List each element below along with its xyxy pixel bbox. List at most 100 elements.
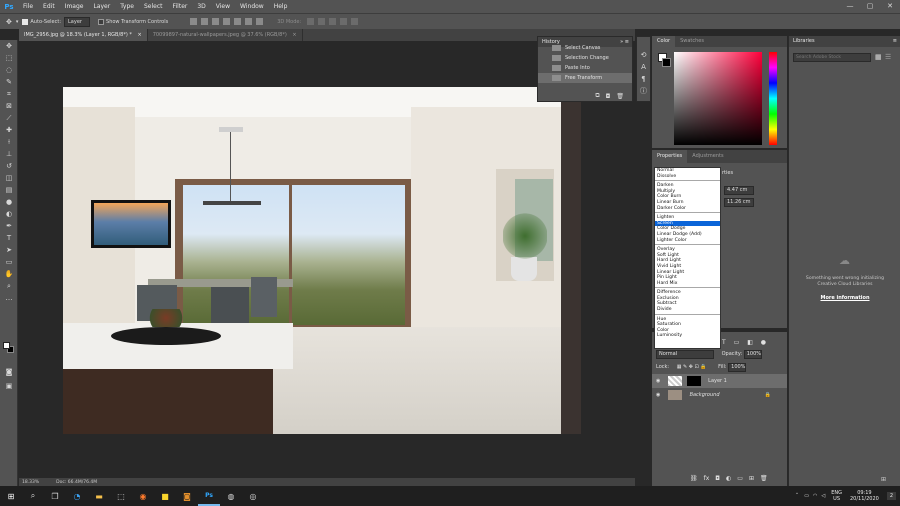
3d-slide-icon[interactable] <box>340 18 348 25</box>
tab-natural-wallpapers[interactable]: 70099897-natural-wallpapers.jpeg @ 37.6%… <box>148 29 303 41</box>
tab-img-2956[interactable]: IMG_2956.jpg @ 18.3% (Layer 1, RGB/8*) *… <box>19 29 148 41</box>
eye-icon[interactable]: ◉ <box>656 378 660 384</box>
screen-mode-icon[interactable]: ▣ <box>0 380 18 392</box>
quick-select-tool-icon[interactable]: ✎ <box>0 76 18 88</box>
blend-option-dissolve[interactable]: Dissolve <box>655 174 720 180</box>
menu-item-filter[interactable]: Filter <box>168 0 193 13</box>
add-library-icon[interactable]: ⊞ <box>881 476 886 483</box>
layer-mask-thumbnail[interactable] <box>686 375 701 386</box>
align-middle-icon[interactable] <box>234 18 242 25</box>
wifi-icon[interactable]: ◠ <box>813 493 817 499</box>
fill-field[interactable]: 100% <box>728 363 747 372</box>
close-button[interactable]: ✕ <box>880 0 900 13</box>
3d-orbit-icon[interactable] <box>307 18 315 25</box>
menu-item-file[interactable]: File <box>18 0 38 13</box>
tab-properties[interactable]: Properties <box>652 150 688 163</box>
smart-filter-icon[interactable]: ◧ <box>747 339 753 346</box>
fx-icon[interactable]: fx <box>704 475 710 482</box>
task-view-icon[interactable]: ❐ <box>44 486 66 506</box>
auto-select-dropdown[interactable]: Layer <box>64 16 91 27</box>
history-icon[interactable]: ⟲ <box>637 49 650 61</box>
frame-tool-icon[interactable]: ⊠ <box>0 100 18 112</box>
width-field[interactable]: 4.47 cm <box>724 186 754 195</box>
history-brush-tool-icon[interactable]: ↺ <box>0 160 18 172</box>
eye-icon[interactable]: ◉ <box>656 392 660 398</box>
menu-item-select[interactable]: Select <box>139 0 168 13</box>
notification-badge[interactable]: 2 <box>886 492 896 500</box>
move-tool-icon[interactable]: ✥ <box>6 18 12 26</box>
blend-option-hard-mix[interactable]: Hard Mix <box>655 281 720 287</box>
add-mask-icon[interactable]: ◘ <box>715 475 720 482</box>
3d-scale-icon[interactable] <box>351 18 359 25</box>
quick-mask-icon[interactable]: ◙ <box>0 366 18 378</box>
volume-icon[interactable]: ◁ <box>821 493 825 499</box>
zoom-tool-icon[interactable]: ⌕ <box>0 280 18 292</box>
shape-filter-icon[interactable]: ▭ <box>734 339 740 346</box>
grid-view-icon[interactable]: ▦ <box>875 53 882 61</box>
menu-item-window[interactable]: Window <box>235 0 269 13</box>
search-icon[interactable]: ⌕ <box>22 486 44 506</box>
pen-tool-icon[interactable]: ✒ <box>0 220 18 232</box>
chevron-down-icon[interactable]: ▾ <box>16 19 19 25</box>
layer-row-background[interactable]: ◉ Background 🔒 <box>652 388 787 402</box>
network-icon[interactable]: ▭ <box>804 493 809 499</box>
filter-toggle-icon[interactable]: ● <box>761 339 766 346</box>
sticky-notes-icon[interactable]: ■ <box>154 486 176 506</box>
background-color-swatch[interactable] <box>662 58 671 67</box>
tray-chevron-icon[interactable]: ˄ <box>796 493 799 499</box>
edge-icon[interactable]: ◔ <box>66 486 88 506</box>
more-tools-icon[interactable]: … <box>0 292 18 304</box>
paragraph-icon[interactable]: ¶ <box>637 73 650 85</box>
shape-tool-icon[interactable]: ▭ <box>0 256 18 268</box>
layer-row-layer-1[interactable]: ◉ Layer 1 <box>652 374 787 388</box>
character-icon[interactable]: A <box>637 61 650 73</box>
color-picker-field[interactable] <box>674 52 762 145</box>
blend-option-lighter-color[interactable]: Lighter Color <box>655 238 720 244</box>
eraser-tool-icon[interactable]: ◫ <box>0 172 18 184</box>
menu-item-layer[interactable]: Layer <box>88 0 115 13</box>
type-tool-icon[interactable]: T <box>0 232 18 244</box>
close-icon[interactable]: × <box>292 32 296 38</box>
3d-roll-icon[interactable] <box>318 18 326 25</box>
align-right-icon[interactable] <box>212 18 220 25</box>
blend-option-darker-color[interactable]: Darker Color <box>655 206 720 212</box>
blend-mode-dropdown[interactable]: Normal <box>656 350 714 359</box>
lasso-tool-icon[interactable]: ◌ <box>0 64 18 76</box>
windows-start-icon[interactable]: ⊞ <box>0 486 22 506</box>
3d-pan-icon[interactable] <box>329 18 337 25</box>
blend-option-luminosity[interactable]: Luminosity <box>655 333 720 339</box>
menu-item-help[interactable]: Help <box>269 0 293 13</box>
gradient-tool-icon[interactable]: ▤ <box>0 184 18 196</box>
type-filter-icon[interactable]: T <box>722 339 726 346</box>
menu-item-type[interactable]: Type <box>115 0 139 13</box>
auto-select-checkbox[interactable] <box>22 18 29 25</box>
photoshop-taskbar-icon[interactable]: Ps <box>198 486 220 506</box>
more-information-link[interactable]: More information <box>799 295 891 301</box>
brush-tool-icon[interactable]: ⟊ <box>0 136 18 148</box>
adjustment-layer-icon[interactable]: ◐ <box>726 475 731 482</box>
stamp-tool-icon[interactable]: ⊥ <box>0 148 18 160</box>
dodge-tool-icon[interactable]: ◐ <box>0 208 18 220</box>
blur-tool-icon[interactable]: ● <box>0 196 18 208</box>
transform-controls-checkbox[interactable] <box>98 18 105 25</box>
maximize-button[interactable]: ▢ <box>860 0 880 13</box>
file-explorer-icon[interactable]: ▬ <box>88 486 110 506</box>
panel-menu-icon[interactable]: ≡ <box>893 36 897 47</box>
new-document-from-state-icon[interactable]: ⧉ <box>595 92 599 100</box>
align-top-icon[interactable] <box>223 18 231 25</box>
align-center-icon[interactable] <box>201 18 209 25</box>
height-field[interactable]: 11.26 cm <box>724 198 754 207</box>
minimize-button[interactable]: — <box>840 0 860 13</box>
menu-item-3d[interactable]: 3D <box>192 0 210 13</box>
close-icon[interactable]: × <box>137 32 141 38</box>
distribute-icon[interactable] <box>256 18 264 25</box>
blend-option-divide[interactable]: Divide <box>655 307 720 313</box>
history-item[interactable]: Free Transform <box>538 73 632 83</box>
hand-tool-icon[interactable]: ✋ <box>0 268 18 280</box>
link-icon[interactable]: ⛓ <box>690 475 698 482</box>
move-tool-icon[interactable]: ✥ <box>0 40 18 52</box>
opacity-field[interactable]: 100% <box>743 350 762 359</box>
eyedropper-tool-icon[interactable]: ⟋ <box>0 112 18 124</box>
foreground-color-swatch[interactable] <box>3 342 10 349</box>
app-icon[interactable]: ◙ <box>176 486 198 506</box>
